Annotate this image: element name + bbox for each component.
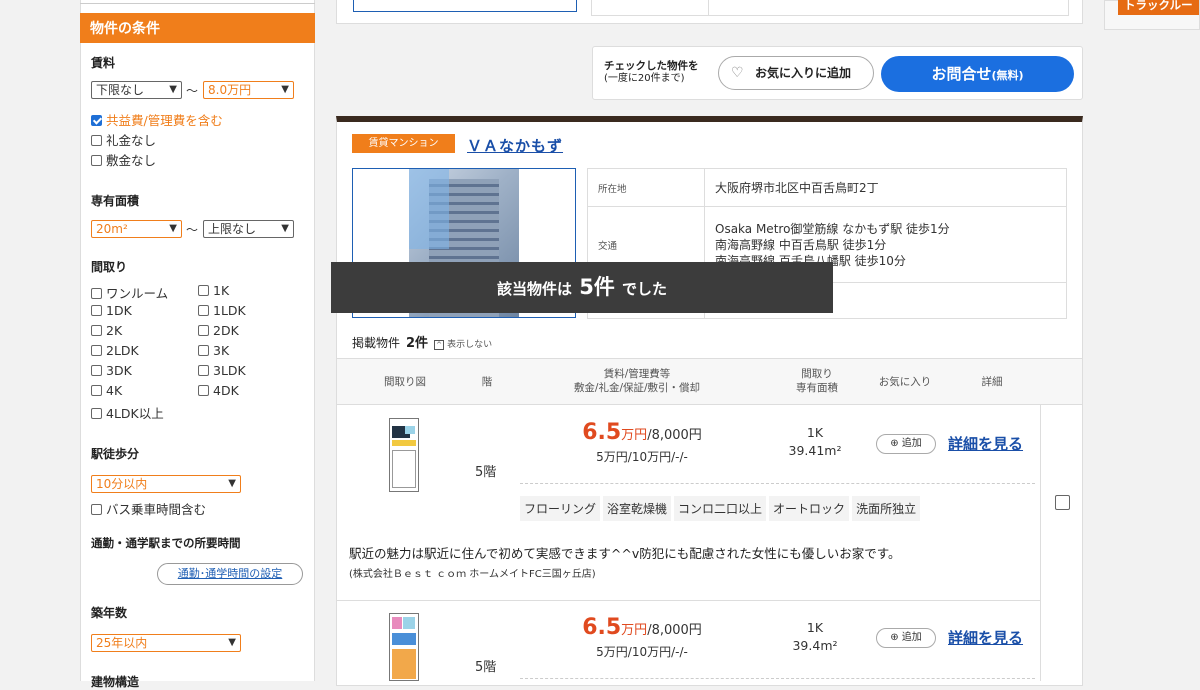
select-checkbox[interactable] (1055, 495, 1070, 510)
include-fees-checkbox[interactable]: 共益費/管理費を含む (91, 110, 223, 129)
add-favorite-button[interactable]: ⊕ 追加 (876, 628, 936, 648)
structure-label: 建物構造 (91, 675, 140, 689)
chevron-down-icon: ▼ (169, 84, 177, 95)
floor-plan-image (392, 649, 416, 679)
area-tilde: ～ (186, 223, 199, 237)
layout-option[interactable]: 3K (198, 343, 229, 358)
rent-min-select[interactable]: 下限なし ▼ (91, 81, 182, 99)
layout-option[interactable]: 2LDK (91, 343, 139, 358)
floor-plan-thumbnail[interactable] (387, 613, 421, 681)
right-panel: トラックルー (1104, 0, 1200, 30)
previous-table-cell (707, 0, 1069, 16)
area-label: 専有面積 (91, 194, 140, 208)
layout-option[interactable]: 3LDK (198, 363, 246, 378)
floor-plan-thumbnail[interactable] (387, 418, 421, 492)
heart-plus-icon: ⊕ (890, 438, 902, 449)
chevron-down-icon: ▼ (169, 223, 177, 234)
chevron-down-icon: ▼ (228, 478, 236, 489)
checkbox-checked-icon (91, 115, 102, 126)
right-panel-tab[interactable]: トラックルー (1118, 0, 1199, 15)
floor-plan-image (403, 617, 415, 629)
commute-settings-button[interactable]: 通勤･通学時間の設定 (157, 563, 303, 585)
layout-area-value: 1K 39.41m² (788, 425, 842, 458)
previous-property-photo (353, 0, 577, 12)
header-favorite: お気に入り (878, 376, 932, 388)
chevron-down-icon: ▼ (281, 84, 289, 95)
add-favorite-button[interactable]: ⊕ 追加 (876, 434, 936, 454)
floor-value: 5階 (475, 660, 497, 675)
area-min-select[interactable]: 20m² ▼ (91, 220, 182, 238)
rent-tilde: ～ (186, 84, 199, 98)
bus-time-checkbox[interactable]: バス乗車時間含む (91, 499, 206, 518)
row-divider (520, 483, 1035, 484)
previous-table-cell (591, 0, 709, 16)
commute-label: 通勤・通学駅までの所要時間 (91, 536, 241, 550)
previous-property-card (336, 0, 1083, 24)
view-detail-link[interactable]: 詳細を見る (948, 433, 1023, 454)
sky-image (409, 169, 449, 249)
row-separator (337, 600, 1082, 601)
floor-plan-image (405, 426, 415, 434)
view-detail-link[interactable]: 詳細を見る (948, 627, 1023, 648)
layout-option[interactable]: 1K (198, 283, 229, 298)
row-divider (520, 678, 1035, 679)
address-value: 大阪府堺市北区中百舌鳥町2丁 (704, 168, 1067, 207)
layout-label: 間取り (91, 260, 128, 274)
floor-plan-image (392, 440, 416, 446)
layout-option[interactable]: 3DK (91, 363, 132, 378)
header-layout: 間取り 専有面積 (796, 368, 838, 394)
chevron-up-icon: ^ (434, 340, 445, 350)
result-count-overlay: 該当物件は 5件 でした (331, 262, 833, 313)
layout-option[interactable]: 4DK (198, 383, 239, 398)
header-plan: 間取り図 (384, 376, 426, 388)
layout-option[interactable]: 2K (91, 323, 122, 338)
property-name-link[interactable]: ＶＡなかもず (467, 135, 563, 156)
layout-option[interactable]: 2DK (198, 323, 239, 338)
select-column (1040, 600, 1082, 681)
rent-max-select[interactable]: 8.0万円 ▼ (203, 81, 294, 99)
no-deposit-checkbox[interactable]: 敷金なし (91, 150, 156, 169)
layout-option[interactable]: 4LDK以上 (91, 403, 164, 422)
floor-value: 5階 (475, 465, 497, 480)
add-to-favorites-button[interactable]: ♡ お気に入りに追加 (718, 56, 874, 90)
age-select[interactable]: 25年以内 ▼ (91, 634, 241, 652)
feature-tags: フローリング 浴室乾燥機 コンロ二口以上 オートロック 洗面所独立 (520, 496, 923, 521)
layout-option[interactable]: 1LDK (198, 303, 246, 318)
hide-toggle[interactable]: ^ 表示しない (434, 340, 492, 350)
property-description: 駅近の魅力は駅近に住んで初めて実感できます^^v防犯にも配慮された女性にも優しい… (349, 546, 901, 561)
age-label: 築年数 (91, 606, 128, 620)
chevron-down-icon: ▼ (228, 637, 236, 648)
heart-plus-icon: ⊕ (890, 632, 902, 643)
floor-plan-image (392, 617, 402, 629)
layout-option[interactable]: 4K (91, 383, 122, 398)
chevron-down-icon: ▼ (281, 223, 289, 234)
header-rent: 賃料/管理費等 敷金/礼金/保証/敷引・償却 (573, 368, 701, 394)
walk-select[interactable]: 10分以内 ▼ (91, 475, 241, 493)
heart-plus-icon: ♡ (731, 65, 744, 81)
floor-plan-image (392, 450, 416, 488)
rent-label: 賃料 (91, 56, 116, 70)
walk-label: 駅徒歩分 (91, 447, 140, 461)
header-detail: 詳細 (981, 376, 1003, 388)
no-key-money-checkbox[interactable]: 礼金なし (91, 130, 156, 149)
sidebar-top-border (80, 0, 315, 4)
select-column (1040, 405, 1082, 600)
layout-option[interactable]: ワンルーム (91, 283, 168, 302)
area-max-select[interactable]: 上限なし ▼ (203, 220, 294, 238)
address-label: 所在地 (587, 168, 705, 207)
sidebar-title: 物件の条件 (80, 13, 315, 43)
layout-option[interactable]: 1DK (91, 303, 132, 318)
listing-count: 掲載物件 2件 ^ 表示しない (352, 336, 493, 351)
floor-plan-image (392, 633, 416, 645)
header-floor: 階 (481, 376, 493, 388)
table-header: 間取り図 階 賃料/管理費等 敷金/礼金/保証/敷引・償却 間取り 専有面積 お気に… (337, 358, 1082, 405)
layout-area-value: 1K 39.4m² (792, 620, 838, 653)
checked-items-label: チェックした物件を (一度に20件まで) (604, 60, 699, 84)
rent-value: 6.5万円/8,000円 5万円/10万円/-/- (582, 615, 702, 659)
agent-name: (株式会社Ｂｅｓｔ ｃｏｍ ホームメイトFC三国ヶ丘店) (349, 569, 596, 580)
property-type-badge: 賃貸マンション (352, 134, 455, 153)
inquiry-button[interactable]: お問合せ(無料) (881, 56, 1074, 92)
rent-value: 6.5万円/8,000円 5万円/10万円/-/- (582, 420, 702, 464)
